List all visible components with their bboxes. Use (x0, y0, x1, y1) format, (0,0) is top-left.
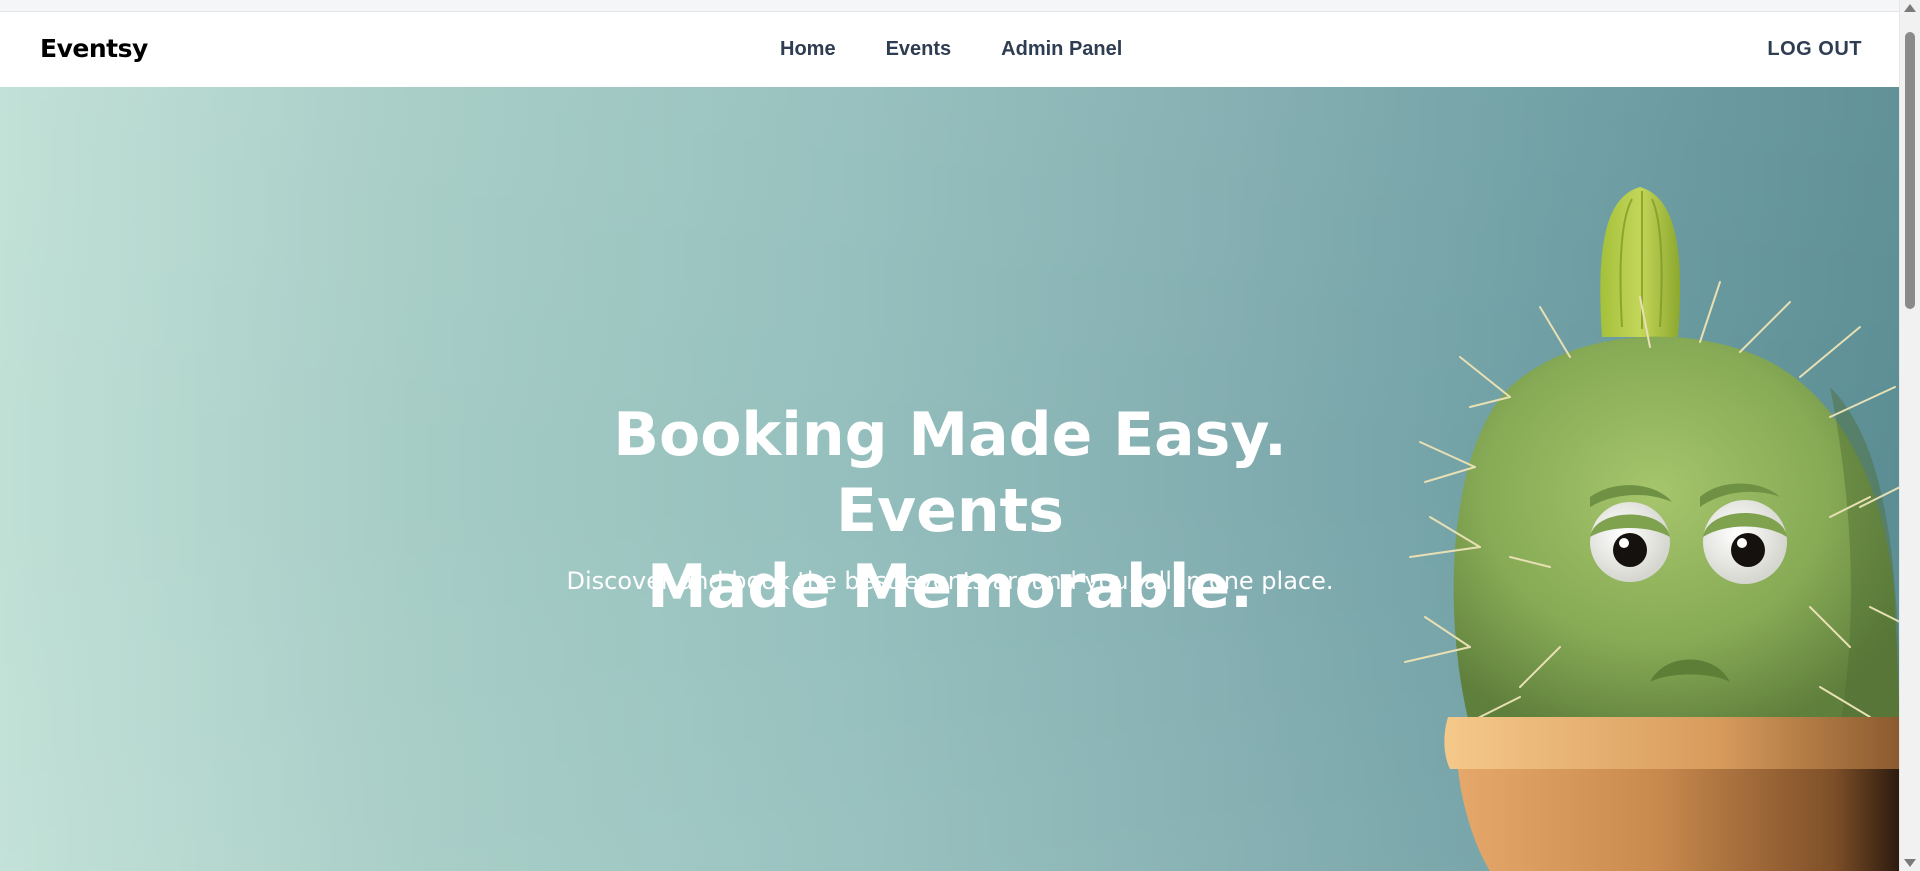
hero-section: Booking Made Easy. Events Made Memorable… (0, 87, 1900, 871)
scroll-up-arrow-icon[interactable] (1904, 4, 1916, 12)
scroll-down-arrow-icon[interactable] (1904, 859, 1916, 867)
brand-logo[interactable]: Eventsy (40, 34, 148, 63)
nav-link-admin-panel[interactable]: Admin Panel (1001, 38, 1122, 61)
scrollbar-thumb[interactable] (1905, 32, 1915, 309)
hero-title-line1: Booking Made Easy. Events (613, 400, 1287, 546)
cactus-illustration-icon (1404, 187, 1900, 871)
hero-subtitle: Discover and book the best events around… (566, 567, 1334, 595)
nav-link-events[interactable]: Events (886, 38, 952, 61)
nav-links: Home Events Admin Panel (780, 38, 1122, 61)
navbar: Eventsy Home Events Admin Panel LOG OUT (0, 12, 1900, 87)
nav-link-home[interactable]: Home (780, 38, 836, 61)
logout-button[interactable]: LOG OUT (1767, 38, 1862, 61)
page-scrollbar[interactable] (1899, 0, 1920, 871)
browser-top-strip (0, 0, 1900, 12)
page: Eventsy Home Events Admin Panel LOG OUT … (0, 0, 1920, 871)
